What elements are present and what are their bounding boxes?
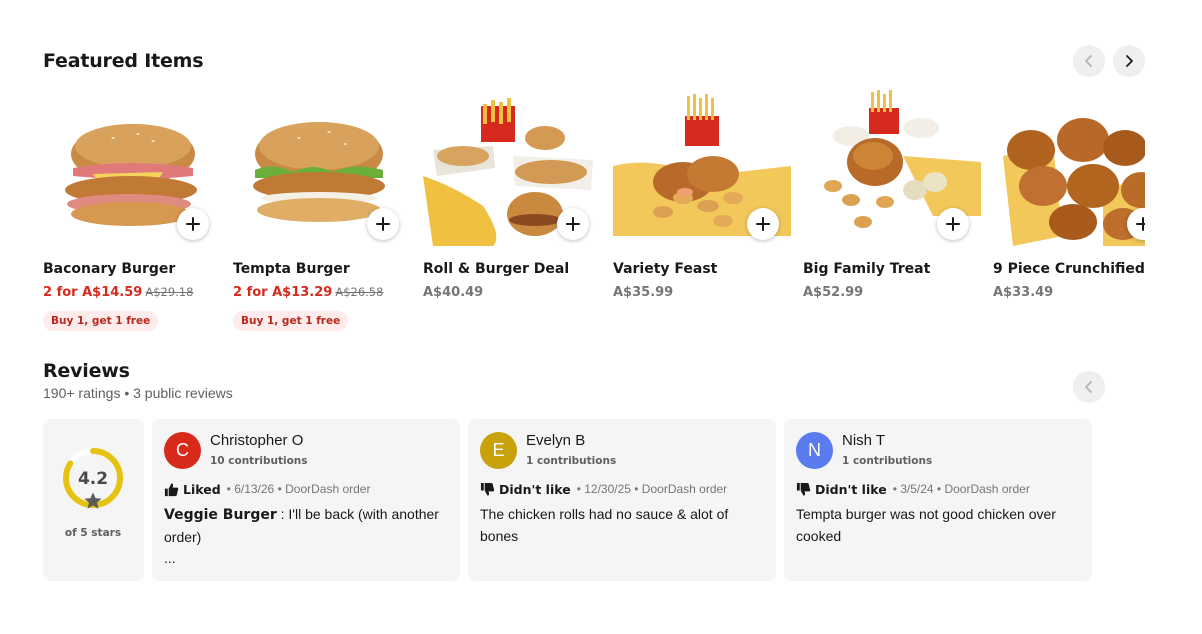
plus-icon [756,217,770,231]
reviewer-contributions: 10 contributions [210,455,308,467]
featured-items-title: Featured Items [43,50,204,72]
review-card[interactable]: N Nish T 1 contributions Didn't like • 3… [784,419,1092,581]
item-name: Variety Feast [613,261,718,277]
original-price: A$29.18 [145,285,194,299]
featured-item[interactable]: Baconary Burger 2 for A$14.59 A$29.18 Buy… [43,86,221,336]
rating-summary-card: 4.2 of 5 stars [43,419,144,581]
review-verdict: Liked • 6/13/26 • DoorDash order [164,481,370,497]
verdict-label: Didn't like [815,481,887,497]
item-price: A$40.49 [423,285,484,300]
star-icon [84,492,102,509]
reviewed-dish: Veggie Burger [164,507,277,523]
reviewer-name[interactable]: Nish T [842,432,885,449]
review-card[interactable]: C Christopher O 10 contributions Liked •… [152,419,460,581]
review-meta: • 3/5/24 • DoorDash order [892,482,1030,496]
featured-item[interactable]: Variety Feast A$35.99 [613,86,791,336]
carousel-next-button[interactable] [1113,45,1145,77]
thumbs-down-icon [480,482,495,496]
chevron-left-icon [1085,55,1092,67]
item-name: Big Family Treat [803,261,931,277]
add-to-cart-button[interactable] [367,208,399,240]
original-price: A$26.58 [335,285,384,299]
plus-icon [1136,217,1145,231]
featured-item[interactable]: Roll & Burger Deal A$40.49 [423,86,601,336]
plus-icon [566,217,580,231]
fried-chicken-pieces-image [993,86,1145,250]
promo-badge: Buy 1, get 1 free [43,311,159,331]
carousel-prev-button[interactable] [1073,45,1105,77]
chevron-left-icon [1085,381,1092,393]
reviewer-contributions: 1 contributions [526,455,617,467]
reviewer-name[interactable]: Christopher O [210,432,303,449]
item-name: 9 Piece Crunchified [993,261,1145,277]
featured-item[interactable]: Tempta Burger 2 for A$13.29 A$26.58 Buy 1… [233,86,411,336]
item-name: Tempta Burger [233,261,350,277]
item-price: A$52.99 [803,285,864,300]
promo-price: 2 for A$13.29 [233,285,333,300]
add-to-cart-button[interactable] [557,208,589,240]
review-text: Veggie Burger : I'll be back (with anoth… [164,503,449,548]
review-verdict: Didn't like • 3/5/24 • DoorDash order [796,481,1030,497]
review-meta: • 6/13/26 • DoorDash order [226,482,371,496]
review-verdict: Didn't like • 12/30/25 • DoorDash order [480,481,727,497]
rating-caption: of 5 stars [64,527,122,539]
avatar: N [796,432,833,469]
item-price: A$35.99 [613,285,674,300]
review-text: Tempta burger was not good chicken over … [796,506,1056,544]
review-card[interactable]: E Evelyn B 1 contributions Didn't like •… [468,419,776,581]
item-price: 2 for A$13.29 A$26.58 [233,285,383,300]
reviews-title: Reviews [43,360,130,382]
plus-icon [186,217,200,231]
chevron-right-icon [1126,55,1133,67]
item-price: 2 for A$14.59 A$29.18 [43,285,193,300]
add-to-cart-button[interactable] [747,208,779,240]
plus-icon [946,217,960,231]
item-name: Baconary Burger [43,261,176,277]
thumbs-down-icon [796,482,811,496]
item-price: A$33.49 [993,285,1054,300]
reviewer-name[interactable]: Evelyn B [526,432,585,449]
avatar: C [164,432,201,469]
avatar: E [480,432,517,469]
featured-items-carousel: Baconary Burger 2 for A$14.59 A$29.18 Buy… [43,86,1145,336]
promo-price: 2 for A$14.59 [43,285,143,300]
add-to-cart-button[interactable] [177,208,209,240]
featured-item[interactable]: 9 Piece Crunchified A$33.49 [993,86,1145,336]
reviews-summary: 190+ ratings • 3 public reviews [43,385,233,401]
verdict-label: Liked [183,481,221,497]
reviewer-contributions: 1 contributions [842,455,933,467]
verdict-label: Didn't like [499,481,571,497]
read-more[interactable]: ... [164,550,176,566]
featured-item[interactable]: Big Family Treat A$52.99 [803,86,981,336]
add-to-cart-button[interactable] [937,208,969,240]
review-text: The chicken rolls had no sauce & alot of… [480,506,729,544]
thumbs-up-icon [164,482,179,496]
item-name: Roll & Burger Deal [423,261,570,277]
rating-value: 4.2 [77,469,109,489]
review-meta: • 12/30/25 • DoorDash order [576,482,728,496]
plus-icon [376,217,390,231]
reviews-prev-button[interactable] [1073,371,1105,403]
promo-badge: Buy 1, get 1 free [233,311,349,331]
